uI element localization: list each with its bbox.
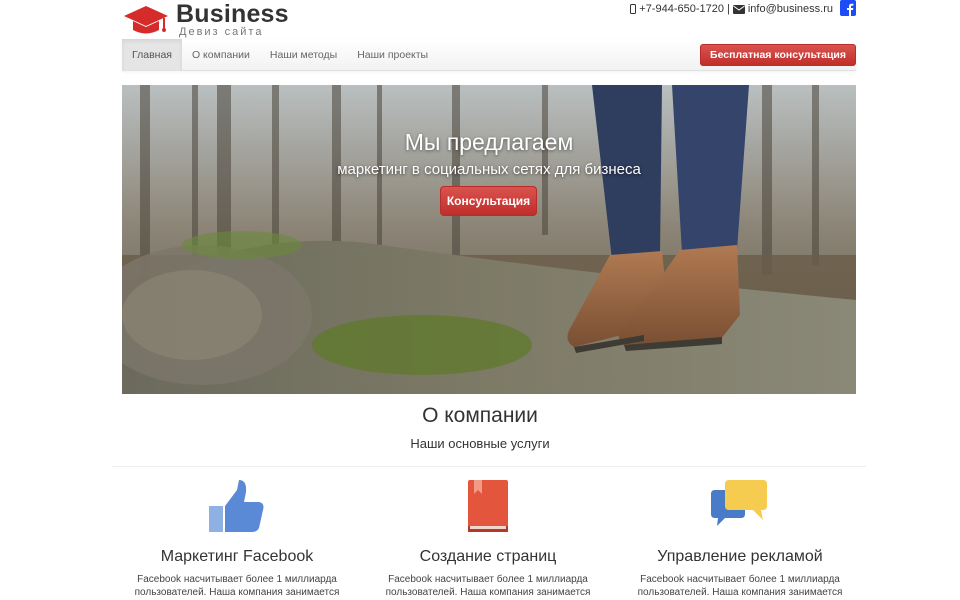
service-text: Facebook насчитывает более 1 миллиарда п… bbox=[134, 574, 340, 598]
nav-item-methods[interactable]: Наши методы bbox=[260, 39, 347, 71]
service-text: Facebook насчитывает более 1 миллиарда п… bbox=[637, 574, 843, 598]
graduation-cap-icon bbox=[124, 6, 168, 34]
contacts: +7-944-650-1720 | info@business.ru bbox=[630, 0, 856, 16]
main-navbar: Главная О компании Наши методы Наши прое… bbox=[122, 39, 856, 71]
book-icon bbox=[468, 480, 508, 532]
nav-item-projects[interactable]: Наши проекты bbox=[347, 39, 438, 71]
brand-name: Business bbox=[176, 0, 289, 28]
nav-item-home[interactable]: Главная bbox=[122, 39, 182, 71]
email-link[interactable]: info@business.ru bbox=[748, 3, 833, 15]
service-text: Facebook насчитывает более 1 миллиарда п… bbox=[385, 574, 591, 598]
thumbs-up-icon bbox=[209, 480, 264, 532]
hero-title: Мы предлагаем bbox=[404, 129, 574, 155]
consultation-button[interactable]: Консультация bbox=[440, 186, 537, 216]
service-facebook-marketing: Маркетинг Facebook Facebook насчитывает … bbox=[112, 480, 362, 600]
hero-subtitle: маркетинг в социальных сетях для бизнеса bbox=[337, 161, 641, 178]
about-subtitle: Наши основные услуги bbox=[410, 436, 550, 451]
phone-icon bbox=[630, 4, 637, 14]
chat-bubbles-icon bbox=[711, 480, 767, 526]
about-title: О компании bbox=[422, 404, 538, 427]
service-title: Маркетинг Facebook bbox=[160, 548, 314, 565]
contacts-separator: | bbox=[726, 3, 730, 15]
envelope-icon bbox=[732, 4, 745, 14]
phone-number[interactable]: +7-944-650-1720 bbox=[639, 3, 724, 15]
nav-item-about[interactable]: О компании bbox=[182, 39, 260, 71]
logo[interactable]: Business Девиз сайта bbox=[122, 2, 289, 38]
free-consultation-button[interactable]: Бесплатная консультация bbox=[700, 44, 856, 66]
service-title: Создание страниц bbox=[419, 548, 557, 565]
service-page-creation: Создание страниц Facebook насчитывает бо… bbox=[363, 480, 613, 600]
hero-banner: Мы предлагаем маркетинг в социальных сет… bbox=[122, 85, 856, 394]
facebook-icon[interactable] bbox=[840, 0, 856, 16]
section-divider bbox=[112, 466, 866, 467]
service-ad-management: Управление рекламой Facebook насчитывает… bbox=[615, 480, 865, 600]
site-header: Business Девиз сайта +7-944-650-1720 | i… bbox=[122, 0, 856, 38]
service-title: Управление рекламой bbox=[657, 548, 823, 565]
